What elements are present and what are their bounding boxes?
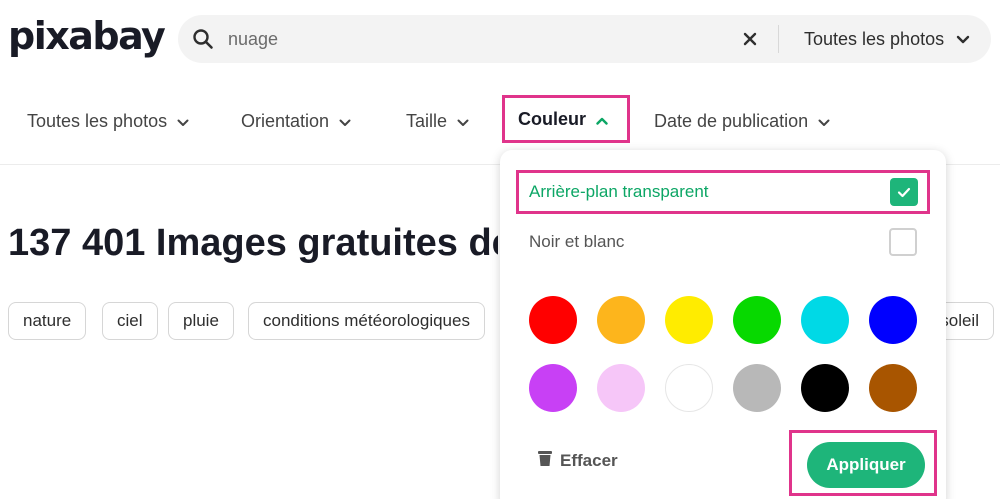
- checkbox-unchecked[interactable]: [889, 228, 917, 256]
- color-swatch-pink[interactable]: [597, 364, 645, 412]
- filter-size[interactable]: Taille: [406, 96, 469, 146]
- tag-chip[interactable]: nature: [8, 302, 87, 340]
- tag-chip[interactable]: ciel: [102, 302, 158, 340]
- filter-date[interactable]: Date de publication: [654, 96, 830, 146]
- filter-label: Date de publication: [654, 110, 809, 131]
- chevron-down-icon: [457, 111, 469, 132]
- black-and-white-option[interactable]: Noir et blanc: [516, 220, 930, 264]
- filter-label: Taille: [406, 110, 448, 131]
- option-label: Noir et blanc: [529, 232, 625, 251]
- color-swatch-orange[interactable]: [597, 296, 645, 344]
- apply-button[interactable]: Appliquer: [807, 442, 925, 488]
- filter-label: Couleur: [518, 108, 587, 129]
- chevron-down-icon: [177, 111, 189, 132]
- clear-search-icon[interactable]: [738, 27, 762, 51]
- apply-highlight: Appliquer: [789, 430, 937, 496]
- chevron-down-icon: [956, 29, 970, 50]
- clear-button[interactable]: Effacer: [538, 450, 618, 471]
- color-filter-panel: Arrière-plan transparent Noir et blanc E…: [500, 150, 946, 499]
- chevron-down-icon: [339, 111, 351, 132]
- filter-label: Orientation: [241, 110, 330, 131]
- color-swatch-yellow[interactable]: [665, 296, 713, 344]
- color-swatch-brown[interactable]: [869, 364, 917, 412]
- filter-color[interactable]: Couleur: [502, 95, 630, 143]
- filter-bar: Toutes les photos Orientation Taille Cou…: [0, 95, 1000, 146]
- transparent-background-option[interactable]: Arrière-plan transparent: [516, 170, 930, 214]
- pixabay-logo[interactable]: pixabay: [8, 12, 166, 60]
- page-title: 137 401 Images gratuites de Nuage: [8, 222, 498, 264]
- color-swatch-lilac[interactable]: [529, 364, 577, 412]
- filter-orientation[interactable]: Orientation: [241, 96, 351, 146]
- search-bar: Toutes les photos: [178, 15, 991, 63]
- filter-all-photos[interactable]: Toutes les photos: [27, 96, 189, 146]
- clear-label: Effacer: [560, 450, 618, 470]
- color-swatch-red[interactable]: [529, 296, 577, 344]
- color-swatch-green[interactable]: [733, 296, 781, 344]
- color-swatch-turquoise[interactable]: [801, 296, 849, 344]
- color-swatch-white[interactable]: [665, 364, 713, 412]
- search-input[interactable]: [228, 24, 748, 54]
- option-label: Arrière-plan transparent: [529, 182, 709, 201]
- search-type-label: Toutes les photos: [804, 28, 945, 49]
- search-icon[interactable]: [192, 28, 214, 50]
- tag-chip[interactable]: pluie: [168, 302, 234, 340]
- checkbox-checked[interactable]: [890, 178, 918, 206]
- color-swatch-blue[interactable]: [869, 296, 917, 344]
- filter-label: Toutes les photos: [27, 110, 168, 131]
- search-separator: [778, 25, 779, 53]
- trash-icon: [538, 450, 552, 471]
- color-swatch-black[interactable]: [801, 364, 849, 412]
- color-swatch-gray[interactable]: [733, 364, 781, 412]
- search-type-dropdown[interactable]: Toutes les photos: [804, 15, 970, 63]
- chevron-down-icon: [818, 111, 830, 132]
- chevron-up-icon: [596, 109, 608, 130]
- tag-chip[interactable]: conditions météorologiques: [248, 302, 485, 340]
